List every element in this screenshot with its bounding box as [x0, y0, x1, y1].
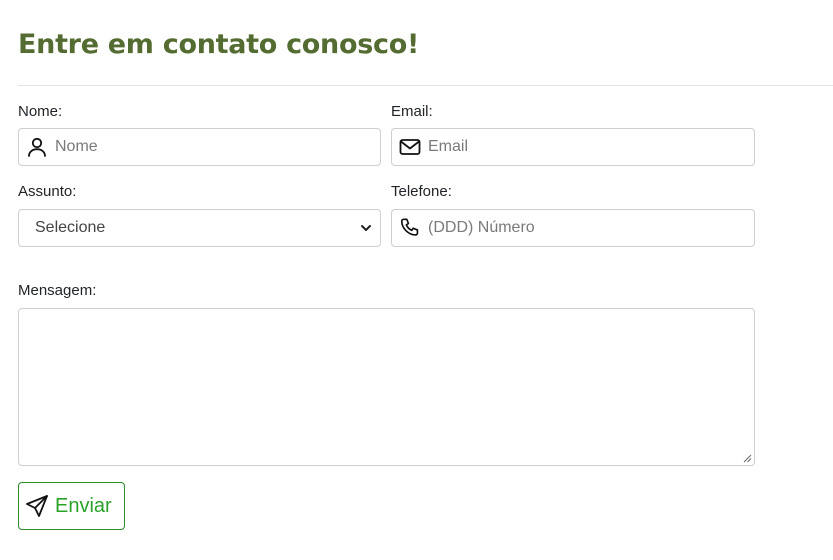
title-divider [18, 85, 833, 86]
envelope-icon [399, 136, 421, 158]
send-button-label: Enviar [55, 494, 112, 517]
chevron-down-icon [360, 222, 372, 234]
name-input[interactable] [55, 129, 380, 165]
email-label: Email: [391, 103, 433, 120]
phone-input[interactable] [428, 210, 754, 246]
person-icon [26, 136, 48, 158]
name-field[interactable] [18, 128, 381, 166]
subject-select[interactable]: Selecione [18, 209, 381, 247]
resize-grip-icon[interactable] [743, 454, 752, 463]
subject-selected-value: Selecione [35, 219, 106, 236]
name-label: Nome: [18, 103, 63, 120]
message-field[interactable] [18, 308, 755, 466]
page-title: Entre em contato conosco! [18, 29, 419, 60]
email-field[interactable] [391, 128, 755, 166]
subject-label: Assunto: [18, 183, 77, 200]
phone-label: Telefone: [391, 183, 452, 200]
send-icon [25, 494, 49, 518]
email-input[interactable] [428, 129, 754, 165]
phone-field[interactable] [391, 209, 755, 247]
phone-icon [399, 217, 421, 239]
send-button[interactable]: Enviar [18, 482, 125, 530]
message-textarea[interactable] [19, 309, 754, 465]
message-label: Mensagem: [18, 282, 97, 299]
